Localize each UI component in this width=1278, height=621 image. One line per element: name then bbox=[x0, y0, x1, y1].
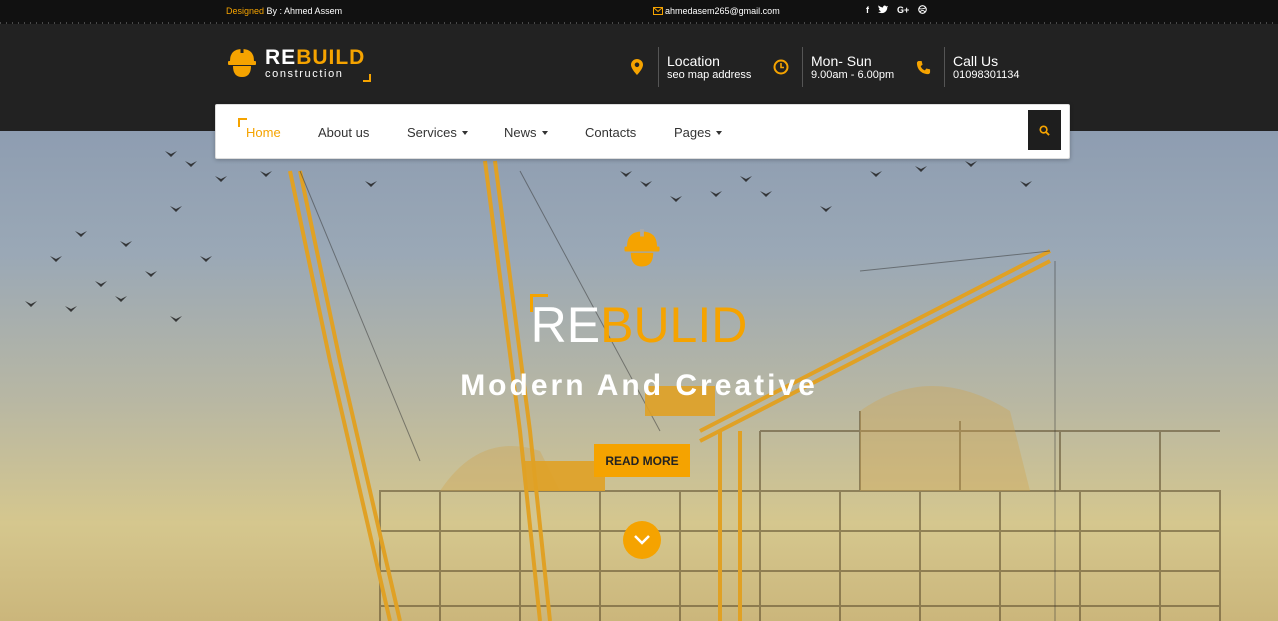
location-title: Location bbox=[667, 52, 720, 69]
designed-prefix: Designed bbox=[226, 6, 265, 16]
location-detail: seo map address bbox=[667, 68, 752, 81]
read-more-button[interactable]: READ MORE bbox=[594, 444, 690, 477]
envelope-icon bbox=[653, 7, 663, 15]
hero-subtitle: Modern And Creative bbox=[460, 369, 818, 402]
hours-detail: 9.00am - 6.00pm bbox=[811, 68, 895, 81]
nav-about-us[interactable]: About us bbox=[318, 125, 369, 140]
call-number[interactable]: 01098301134 bbox=[953, 69, 1019, 81]
chevron-down-icon bbox=[634, 535, 650, 545]
brand-tagline: construction bbox=[265, 67, 344, 80]
designed-by: By : Ahmed Assem bbox=[264, 6, 343, 16]
separator bbox=[944, 47, 945, 87]
call-title: Call Us bbox=[953, 52, 999, 69]
search-button[interactable] bbox=[1028, 110, 1061, 150]
scroll-down-button[interactable] bbox=[623, 521, 661, 559]
nav-pages[interactable]: Pages bbox=[674, 125, 722, 140]
map-marker-icon bbox=[628, 58, 646, 76]
hero-title: REBULID bbox=[530, 297, 748, 353]
designer-credit: Designed By : Ahmed Assem bbox=[226, 6, 342, 16]
separator bbox=[658, 47, 659, 87]
hero-helmet-icon bbox=[624, 229, 660, 267]
nav-home[interactable]: Home bbox=[246, 125, 281, 140]
header-hours: Mon- Sun 9.00am - 6.00pm bbox=[772, 47, 894, 87]
dribbble-icon[interactable] bbox=[918, 5, 928, 16]
caret-down-icon bbox=[541, 130, 548, 135]
header-location: Location seo map address bbox=[628, 47, 751, 87]
twitter-icon[interactable] bbox=[878, 5, 888, 16]
brand-corner bbox=[363, 74, 372, 82]
brand-name: REBUILD bbox=[265, 45, 366, 69]
search-icon bbox=[1039, 124, 1050, 136]
email-text: ahmedasem265@gmail.com bbox=[665, 6, 780, 16]
caret-down-icon bbox=[715, 130, 722, 135]
top-bar: Designed By : Ahmed Assem ahmedasem265@g… bbox=[0, 0, 1278, 24]
header-call: Call Us 01098301134 bbox=[914, 47, 1019, 87]
phone-icon bbox=[914, 58, 932, 76]
clock-icon bbox=[772, 58, 790, 76]
brand-text: REBUILD construction bbox=[265, 47, 365, 80]
caret-down-icon bbox=[461, 130, 468, 135]
main-nav: Home About us Services News Contacts Pag… bbox=[215, 104, 1070, 159]
separator bbox=[802, 47, 803, 87]
nav-news[interactable]: News bbox=[504, 125, 548, 140]
hero-section: REBULID Modern And Creative READ MORE bbox=[0, 131, 1278, 621]
nav-contacts[interactable]: Contacts bbox=[585, 125, 636, 140]
facebook-icon[interactable]: f bbox=[866, 5, 869, 16]
google-plus-icon[interactable]: G+ bbox=[897, 5, 909, 16]
brand-logo[interactable]: REBUILD construction bbox=[226, 46, 372, 82]
email-link[interactable]: ahmedasem265@gmail.com bbox=[653, 6, 780, 16]
helmet-icon bbox=[228, 47, 256, 77]
nav-services[interactable]: Services bbox=[407, 125, 468, 140]
social-links: f G+ bbox=[866, 5, 928, 16]
hours-title: Mon- Sun bbox=[811, 52, 872, 69]
